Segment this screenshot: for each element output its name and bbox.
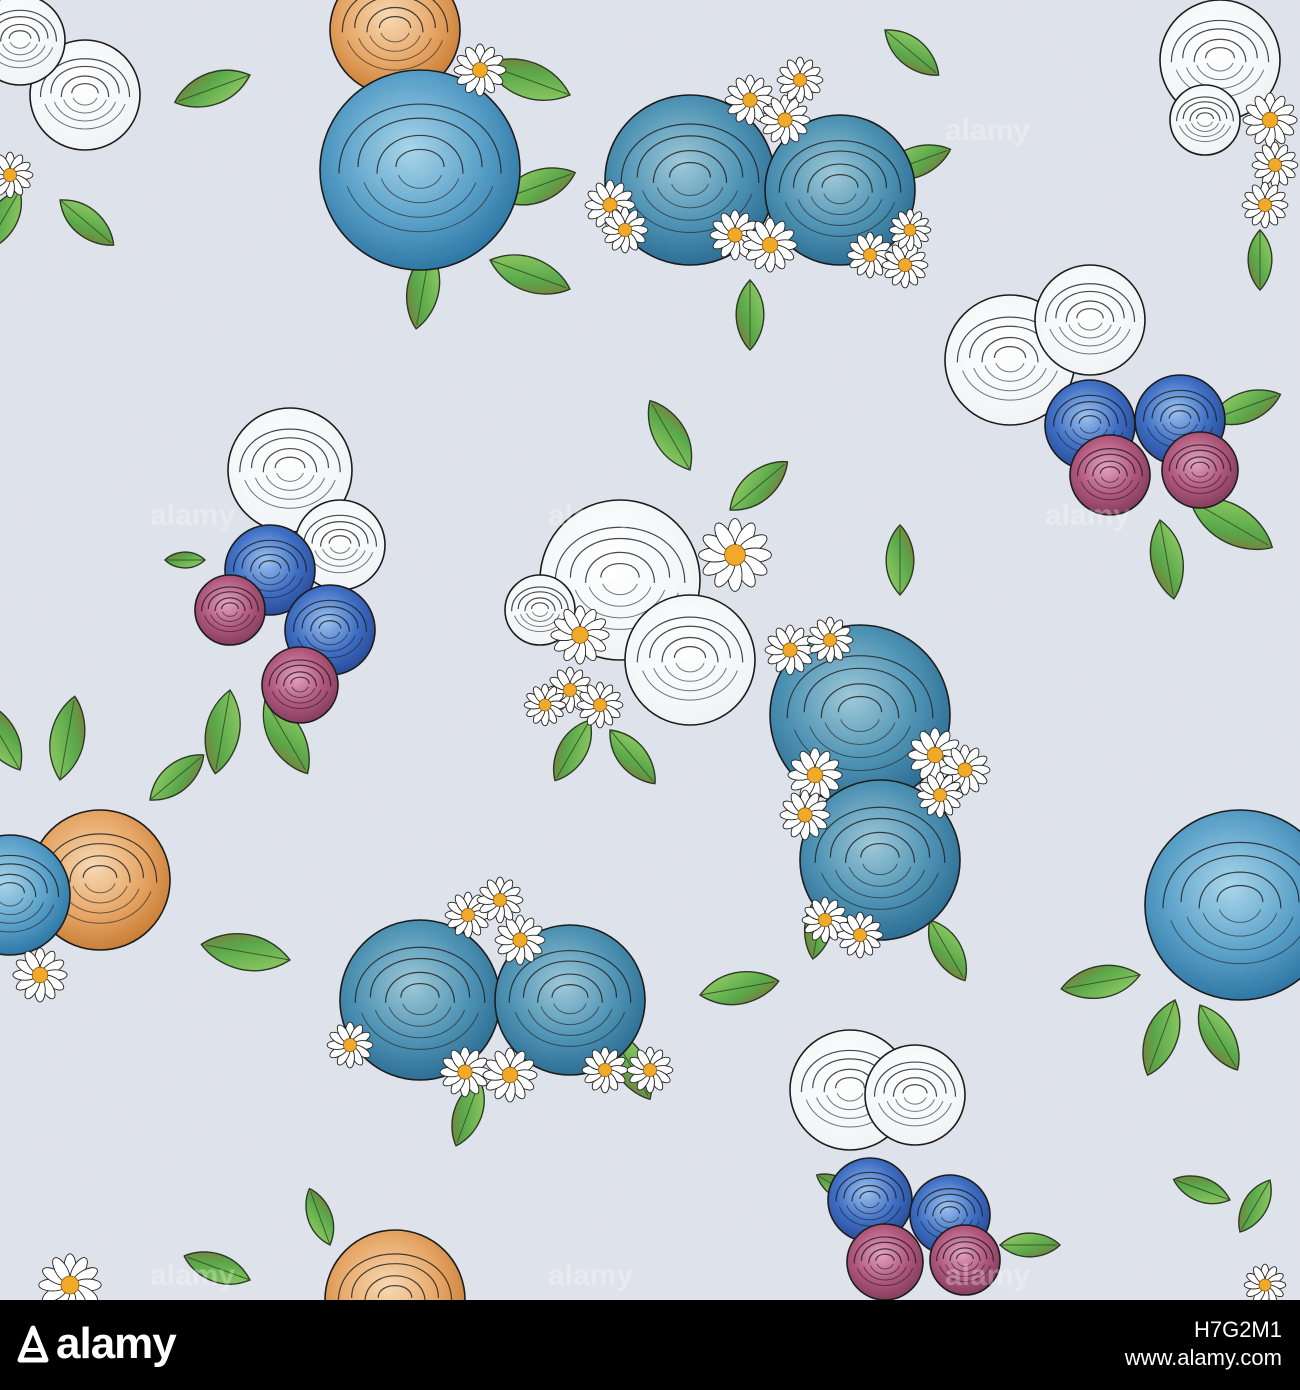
daisy-center	[797, 807, 813, 823]
image-id: H7G2M1	[1193, 1317, 1282, 1342]
image-info: H7G2M1 www.alamy.com	[1125, 1316, 1282, 1372]
stock-footer-bar: alamy H7G2M1 www.alamy.com	[0, 1300, 1300, 1390]
stock-image-page: alamy alamy alamy alamy alamy alamy alam…	[0, 0, 1300, 1390]
daisy-center	[598, 1063, 613, 1078]
daisy-center	[898, 257, 913, 272]
rose-bloom	[319, 69, 521, 271]
rose	[194, 574, 266, 646]
rose	[319, 69, 521, 271]
daisy-center	[823, 633, 838, 648]
daisy-center	[724, 544, 746, 566]
alamy-logo-icon	[17, 1325, 49, 1363]
daisy-center	[512, 932, 528, 948]
watermark-text: alamy	[945, 114, 1030, 147]
rose-bloom	[261, 646, 339, 724]
rose	[1034, 264, 1146, 376]
rose-bloom	[1161, 431, 1239, 509]
daisy-center	[742, 92, 758, 108]
daisy-center	[777, 112, 793, 128]
rose-bloom	[194, 574, 266, 646]
daisy-center	[618, 222, 633, 237]
daisy-center	[727, 227, 743, 243]
daisy-center	[782, 642, 798, 658]
daisy-center	[501, 1066, 519, 1084]
daisy-center	[492, 893, 507, 908]
watermark-text: alamy	[1045, 499, 1130, 532]
watermark-text: alamy	[548, 499, 633, 532]
watermark-text: alamy	[945, 1259, 1030, 1292]
daisy-center	[1258, 1278, 1272, 1292]
daisy-center	[1268, 157, 1283, 172]
daisy-center	[571, 626, 589, 644]
rose	[1169, 84, 1241, 156]
daisy-center	[538, 698, 552, 712]
watermark-text: alamy	[150, 499, 235, 532]
daisy-center	[643, 1063, 658, 1078]
rose	[624, 594, 756, 726]
daisy-center	[853, 928, 868, 943]
rose	[846, 1223, 924, 1300]
rose	[1161, 431, 1239, 509]
daisy-center	[806, 766, 824, 784]
daisy-center	[342, 1038, 357, 1053]
daisy-center	[472, 62, 488, 78]
rose-bloom	[1034, 264, 1146, 376]
daisy-center	[926, 746, 944, 764]
daisy-center	[933, 788, 948, 803]
daisy-center	[818, 913, 833, 928]
daisy-center	[593, 698, 608, 713]
daisy-center	[460, 908, 475, 923]
daisy-center	[1261, 111, 1279, 129]
daisy-center	[793, 73, 808, 88]
daisy-center	[563, 683, 578, 698]
daisy-center	[457, 1064, 473, 1080]
rose-bloom	[864, 1044, 966, 1146]
daisy-center	[31, 966, 49, 984]
daisy-center	[761, 236, 779, 254]
rose-bloom	[1169, 84, 1241, 156]
rose-bloom	[846, 1223, 924, 1300]
daisy-center	[60, 1275, 80, 1295]
floral-pattern-illustration: alamy alamy alamy alamy alamy alamy alam…	[0, 0, 1300, 1300]
daisy-center	[957, 762, 973, 778]
daisy-center	[863, 247, 878, 262]
rose	[864, 1044, 966, 1146]
site-url[interactable]: www.alamy.com	[1125, 1344, 1282, 1372]
daisy-center	[903, 223, 917, 237]
brand-name: alamy	[56, 1319, 177, 1368]
alamy-logo: alamy	[16, 1319, 177, 1368]
watermark-text: alamy	[150, 1259, 235, 1292]
daisy-center	[1258, 197, 1273, 212]
rose-bloom	[624, 594, 756, 726]
watermark-text: alamy	[548, 1259, 633, 1292]
rose	[261, 646, 339, 724]
floral-artwork: alamy alamy alamy alamy alamy alamy alam…	[0, 0, 1300, 1300]
daisy-center	[3, 167, 17, 182]
